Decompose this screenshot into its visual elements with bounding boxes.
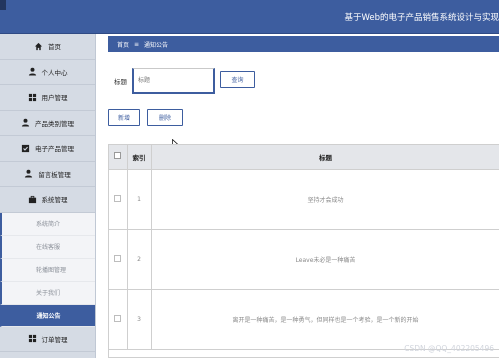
table-header-row: 索引 标题	[109, 145, 499, 170]
breadcrumb-separator: ≡	[134, 40, 140, 48]
briefcase-icon	[28, 195, 37, 204]
breadcrumb-home[interactable]: 首页	[117, 40, 129, 49]
breadcrumb: 首页 ≡ 通知公告	[108, 36, 499, 52]
checkbox-icon	[21, 144, 30, 153]
submenu-item-online-service[interactable]: 在线客服	[0, 235, 95, 259]
sidebar-item-label: 首页	[48, 43, 61, 52]
select-all-checkbox[interactable]	[114, 152, 122, 160]
submenu-item-carousel[interactable]: 轮播图管理	[0, 258, 95, 282]
sidebar-item-label: 产品类别管理	[35, 119, 74, 128]
table-row[interactable]: 1 坚持才会成功	[109, 169, 499, 230]
table-row[interactable]: 2 Leave未必是一种痛苦	[109, 229, 499, 290]
sidebar-item-label: 用户管理	[41, 94, 68, 103]
row-index: 2	[127, 229, 152, 290]
row-title: Leave未必是一种痛苦	[151, 229, 499, 290]
notice-table: 索引 标题 1 坚持才会成功 2 Leave未必是一种痛苦 3 离开是一种痛苦，…	[108, 144, 499, 358]
row-title: 坚持才会成功	[151, 169, 499, 230]
submenu-item-notice[interactable]: 通知公告	[0, 304, 95, 327]
sidebar-item-system[interactable]: 系统管理	[0, 187, 95, 213]
row-select-cell	[109, 289, 128, 350]
breadcrumb-current: 通知公告	[144, 41, 169, 49]
submenu-item-about-us[interactable]: 关于我们	[0, 281, 95, 305]
home-icon	[34, 42, 43, 51]
row-checkbox[interactable]	[114, 254, 122, 262]
sidebar-item-label: 个人中心	[41, 68, 68, 77]
row-select-cell	[109, 229, 128, 290]
row-checkbox[interactable]	[114, 194, 122, 202]
add-button[interactable]: 新增	[108, 109, 140, 126]
sidebar-item-label: 留言板管理	[38, 170, 71, 179]
user-icon	[28, 67, 37, 76]
row-index: 1	[127, 169, 152, 230]
app-title: 基于Web的电子产品销售系统设计与实现	[344, 13, 499, 23]
row-index: 3	[127, 289, 152, 350]
table-row[interactable]: 3 离开是一种痛苦，是一种勇气，但同样也是一个考验，是一个新的开始	[109, 289, 499, 350]
main-content: 首页 ≡ 通知公告 标题 查询 新增 删除 索引 标题	[96, 34, 499, 358]
sidebar-item-users[interactable]: 用户管理	[0, 85, 95, 111]
row-title: 离开是一种痛苦，是一种勇气，但同样也是一个考验，是一个新的开始	[151, 289, 499, 350]
grid-icon	[28, 93, 37, 102]
column-header-index[interactable]: 索引	[127, 145, 152, 170]
watermark: CSDN @QQ_402205496	[404, 344, 494, 353]
sidebar-item-product-category[interactable]: 产品类别管理	[0, 111, 95, 136]
title-filter-box	[132, 68, 215, 94]
sidebar-item-personal-center[interactable]: 个人中心	[0, 60, 95, 85]
sidebar-item-electronic-products[interactable]: 电子产品管理	[0, 136, 95, 162]
sidebar-item-message-board[interactable]: 留言板管理	[0, 162, 95, 187]
sidebar-item-label: 订单管理	[41, 335, 68, 344]
column-header-title[interactable]: 标题	[151, 145, 499, 170]
user-icon	[24, 169, 33, 178]
sidebar: 首页 个人中心 用户管理 产品类别管理 电子产品管理 留言板管理 系统管理 系统…	[0, 34, 96, 358]
grid-icon	[28, 334, 37, 343]
sidebar-item-orders[interactable]: 订单管理	[0, 327, 95, 352]
query-button[interactable]: 查询	[220, 71, 255, 88]
title-search-input[interactable]	[138, 74, 206, 86]
select-all-cell	[109, 145, 128, 170]
title-filter-label: 标题	[114, 78, 127, 86]
submenu-item-system-intro[interactable]: 系统简介	[0, 212, 95, 236]
sidebar-item-home[interactable]: 首页	[0, 34, 95, 60]
delete-button[interactable]: 删除	[147, 109, 183, 126]
row-checkbox[interactable]	[114, 314, 122, 322]
user-icon	[21, 118, 30, 127]
window-corner	[0, 0, 6, 10]
top-header: 基于Web的电子产品销售系统设计与实现	[0, 0, 499, 34]
row-select-cell	[109, 169, 128, 230]
sidebar-item-label: 电子产品管理	[35, 145, 74, 154]
sidebar-item-label: 系统管理	[41, 196, 68, 205]
